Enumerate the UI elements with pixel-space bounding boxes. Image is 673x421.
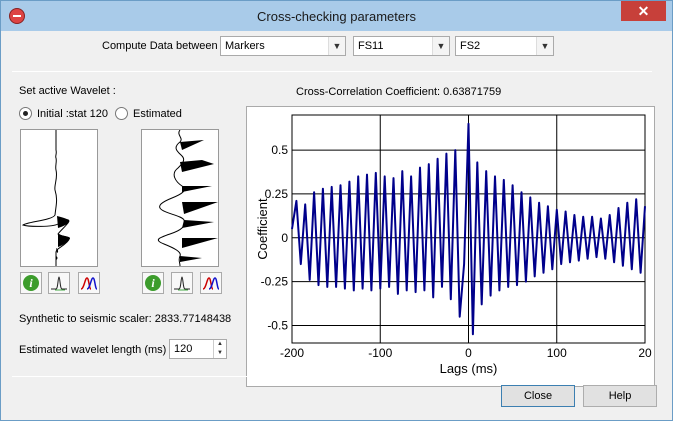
close-button[interactable]: Close [501,385,575,407]
wavelet-shape-icon [174,276,190,291]
info-icon: i [145,275,161,291]
to-marker-value: FS2 [460,40,481,52]
wavelet-info-button[interactable]: i [20,272,42,294]
wavelet-length-spinner[interactable]: 120 ▲ ▼ [169,339,227,359]
wavelet-spectrum-button[interactable] [78,272,100,294]
chevron-down-icon[interactable]: ▼ [432,37,449,55]
estimated-wavelet-label[interactable]: Estimated [133,108,182,120]
spectrum-icon [202,277,220,290]
y-tick-label: -0.5 [267,318,288,332]
chevron-down-icon[interactable]: ▼ [328,37,345,55]
window-title: Cross-checking parameters [257,9,416,24]
estimated-wavelet-trace [157,129,218,267]
y-tick-label: -0.25 [261,275,289,289]
x-tick-label: 20 [638,346,652,360]
initial-wavelet-trace [21,130,71,266]
divider [12,71,652,72]
wavelet-length-value[interactable]: 120 [174,343,192,355]
estimated-info-button[interactable]: i [142,272,164,294]
wavelet-length-label: Estimated wavelet length (ms) [19,344,167,356]
initial-wavelet-radio[interactable] [19,107,32,120]
scaler-text: Synthetic to seismic scaler: 2833.771484… [19,313,232,325]
help-button[interactable]: Help [583,385,657,407]
estimated-wavelet-radio[interactable] [115,107,128,120]
chevron-down-icon[interactable]: ▼ [536,37,553,55]
from-marker-select[interactable]: FS11 ▼ [353,36,450,56]
x-axis-label: Lags (ms) [440,361,498,376]
window-close-button[interactable]: ✕ [621,1,666,21]
x-tick-label: 0 [465,346,472,360]
y-tick-label: 0.5 [271,143,288,157]
compute-type-select[interactable]: Markers ▼ [220,36,346,56]
compute-label: Compute Data between [102,40,218,52]
estimated-wavelet-preview [141,129,219,267]
to-marker-select[interactable]: FS2 ▼ [455,36,554,56]
dialog-body: Compute Data between Markers ▼ FS11 ▼ FS… [8,31,665,414]
correlation-plot: -200 -100 0 100 20 0.5 0.25 0 -0.25 -0.5 Lags (ms)… [246,106,655,387]
info-icon: i [23,275,39,291]
spectrum-icon [80,277,98,290]
wavelet-shape-icon [51,276,67,291]
x-tick-label: 100 [547,346,567,360]
from-marker-value: FS11 [358,40,384,52]
initial-wavelet-preview [20,129,98,267]
y-axis-label: Coefficient [255,198,270,260]
x-tick-label: -100 [368,346,392,360]
wavelet-label: Set active Wavelet : [19,85,116,97]
divider [12,376,652,377]
correlation-chart: -200 -100 0 100 200.50.250-0.25-0.5Lags (ms)… [255,114,652,376]
dialog-window: Cross-checking parameters ✕ Compute Data… [0,0,673,421]
estimated-spectrum-button[interactable] [200,272,222,294]
y-tick-label: 0 [281,231,288,245]
plot-title: Cross-Correlation Coefficient: 0.6387175… [296,86,502,98]
title-bar[interactable]: Cross-checking parameters ✕ [1,1,672,31]
spinner-arrows[interactable]: ▲ ▼ [213,340,226,358]
wavelet-view-button[interactable] [48,272,70,294]
compute-type-value: Markers [225,40,265,52]
x-tick-label: -200 [280,346,304,360]
initial-wavelet-label[interactable]: Initial :stat 120 [37,108,108,120]
estimated-view-button[interactable] [171,272,193,294]
